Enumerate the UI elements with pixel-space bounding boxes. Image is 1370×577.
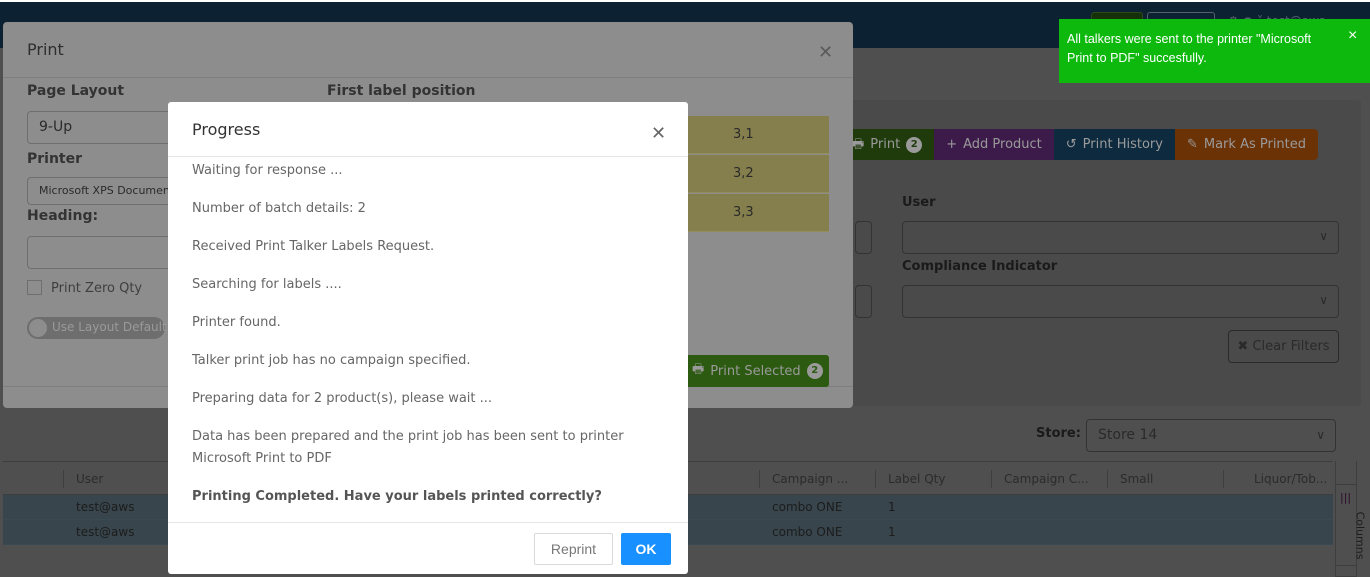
column-header-liquor-tob[interactable]: Liquor/Tob...	[1254, 472, 1327, 486]
cell-label-qty: 1	[888, 500, 896, 514]
print-button-label: Print	[870, 137, 901, 152]
label-position-text: 3,1	[733, 127, 754, 142]
progress-log-line: Searching for labels ....	[192, 277, 342, 292]
column-header-user[interactable]: User	[76, 472, 103, 486]
cell-label-qty: 1	[888, 525, 896, 539]
column-header-campaign-c[interactable]: Campaign C...	[1004, 472, 1089, 486]
progress-log-line: Data has been prepared and the print job…	[192, 429, 624, 466]
printer-icon: 🖶	[692, 362, 705, 377]
printer-label: Printer	[27, 151, 83, 167]
history-icon: ↺	[1065, 137, 1077, 152]
add-product-label: Add Product	[963, 137, 1042, 152]
print-selected-count-badge: 2	[806, 363, 823, 379]
column-header-label-qty[interactable]: Label Qty	[888, 472, 945, 486]
progress-dialog-footer: Reprint OK	[168, 522, 688, 574]
cell-user: test@aws	[76, 500, 135, 514]
chevron-down-icon: ∨	[1319, 293, 1328, 307]
column-separator	[875, 470, 876, 488]
print-zero-qty-label: Print Zero Qty	[51, 281, 143, 296]
progress-log-line: Talker print job has no campaign specifi…	[192, 353, 471, 368]
page-layout-label: Page Layout	[27, 83, 125, 99]
mark-as-printed-label: Mark As Printed	[1203, 137, 1307, 152]
progress-log: Waiting for response ... Number of batch…	[192, 160, 662, 524]
progress-dialog-header: Progress ✕	[168, 102, 688, 157]
progress-completed-message: Printing Completed. Have your labels pri…	[192, 489, 602, 504]
column-header-campaign[interactable]: Campaign ...	[772, 472, 848, 486]
progress-log-line: Received Print Talker Labels Request.	[192, 239, 435, 254]
success-toast: All talkers were sent to the printer "Mi…	[1059, 19, 1370, 83]
columns-tab-inner: ||| Columns	[1336, 484, 1366, 566]
progress-dialog: Progress ✕ Waiting for response ... Numb…	[168, 102, 688, 574]
store-label: Store:	[1036, 426, 1081, 441]
print-count-badge: 2	[906, 136, 923, 153]
action-toolbar: 🖶 Print 2 + Add Product ↺ Print History …	[840, 129, 1319, 160]
print-button[interactable]: 🖶 Print 2	[840, 129, 935, 160]
columns-side-panel-tab[interactable]: ||| Columns	[1335, 461, 1366, 577]
column-separator	[63, 470, 64, 488]
progress-log-line: Number of batch details: 2	[192, 201, 366, 216]
left-filter-select-2[interactable]	[855, 285, 872, 318]
reprint-button[interactable]: Reprint	[534, 533, 613, 565]
label-position-text: 3,3	[733, 205, 754, 220]
progress-log-line: Waiting for response ...	[192, 163, 343, 178]
column-header-small[interactable]: Small	[1120, 472, 1153, 486]
chevron-down-icon: ∨	[1319, 229, 1328, 243]
user-filter-label: User	[902, 195, 936, 210]
mark-as-printed-button[interactable]: ✎ Mark As Printed	[1174, 129, 1319, 160]
print-selected-button[interactable]: 🖶 Print Selected 2	[683, 355, 829, 387]
print-zero-qty-checkbox[interactable]	[27, 280, 42, 295]
column-separator	[991, 470, 992, 488]
use-layout-default-label: Use Layout Default	[52, 320, 167, 334]
columns-tab-label: Columns	[1353, 511, 1367, 560]
close-icon[interactable]: ×	[1348, 27, 1357, 45]
toast-message: All talkers were sent to the printer "Mi…	[1067, 32, 1312, 65]
cell-user: test@aws	[76, 525, 135, 539]
print-history-label: Print History	[1082, 137, 1163, 152]
label-position-text: 3,2	[733, 166, 754, 181]
progress-log-line: Preparing data for 2 product(s), please …	[192, 391, 493, 406]
column-separator	[759, 470, 760, 488]
compliance-filter-select[interactable]: ∨	[902, 285, 1339, 318]
user-filter-select[interactable]: ∨	[902, 221, 1339, 254]
store-value: Store 14	[1098, 427, 1158, 443]
compliance-filter-label: Compliance Indicator	[902, 259, 1058, 274]
close-icon[interactable]: ✕	[818, 42, 833, 63]
use-layout-default-toggle[interactable]: Use Layout Default	[27, 317, 167, 339]
print-selected-label: Print Selected	[710, 363, 801, 379]
heading-label: Heading:	[27, 208, 99, 224]
column-separator	[1223, 470, 1224, 488]
cell-campaign: combo ONE	[772, 500, 843, 514]
plus-icon: +	[946, 137, 958, 152]
cell-campaign: combo ONE	[772, 525, 843, 539]
clear-filters-button[interactable]: ✖ Clear Filters	[1228, 330, 1339, 363]
print-dialog-title: Print	[27, 40, 64, 59]
first-label-position-label: First label position	[327, 83, 476, 99]
chevron-down-icon: ∨	[1316, 428, 1325, 442]
pencil-icon: ✎	[1186, 137, 1198, 152]
ok-button[interactable]: OK	[621, 533, 671, 565]
print-history-button[interactable]: ↺ Print History	[1053, 129, 1175, 160]
store-select[interactable]: Store 14 ∨	[1086, 419, 1336, 452]
progress-dialog-title: Progress	[192, 120, 261, 139]
add-product-button[interactable]: + Add Product	[934, 129, 1054, 160]
close-icon[interactable]: ✕	[651, 123, 666, 144]
columns-icon: |||	[1340, 491, 1352, 504]
clear-filters-label: Clear Filters	[1252, 339, 1330, 354]
x-icon: ✖	[1237, 339, 1249, 354]
column-separator	[1107, 470, 1108, 488]
printer-icon: 🖶	[852, 137, 865, 152]
left-filter-select-1[interactable]	[855, 221, 872, 254]
divider	[3, 77, 853, 78]
toggle-knob	[29, 319, 47, 337]
progress-log-line: Printer found.	[192, 315, 281, 330]
